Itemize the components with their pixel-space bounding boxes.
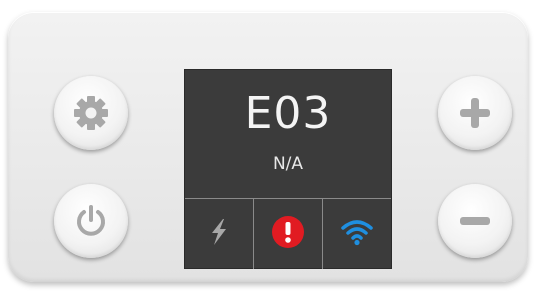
power-button[interactable] bbox=[54, 184, 128, 258]
lightning-icon bbox=[206, 217, 232, 251]
warning-icon bbox=[271, 215, 305, 253]
wifi-status-cell bbox=[323, 199, 391, 269]
minus-icon bbox=[455, 201, 495, 241]
error-code: E03 bbox=[244, 88, 332, 139]
settings-button[interactable] bbox=[54, 76, 128, 150]
status-text: N/A bbox=[272, 154, 304, 174]
status-display: E03 N/A bbox=[184, 69, 392, 269]
power-status-cell bbox=[185, 199, 254, 269]
increase-button[interactable] bbox=[438, 76, 512, 150]
status-icon-row bbox=[185, 198, 391, 269]
decrease-button[interactable] bbox=[438, 184, 512, 258]
wifi-icon bbox=[339, 217, 375, 251]
control-panel: E03 N/A bbox=[8, 12, 528, 282]
plus-icon bbox=[455, 93, 495, 133]
gear-icon bbox=[71, 93, 111, 133]
warning-status-cell bbox=[254, 199, 323, 269]
power-icon bbox=[72, 202, 110, 240]
